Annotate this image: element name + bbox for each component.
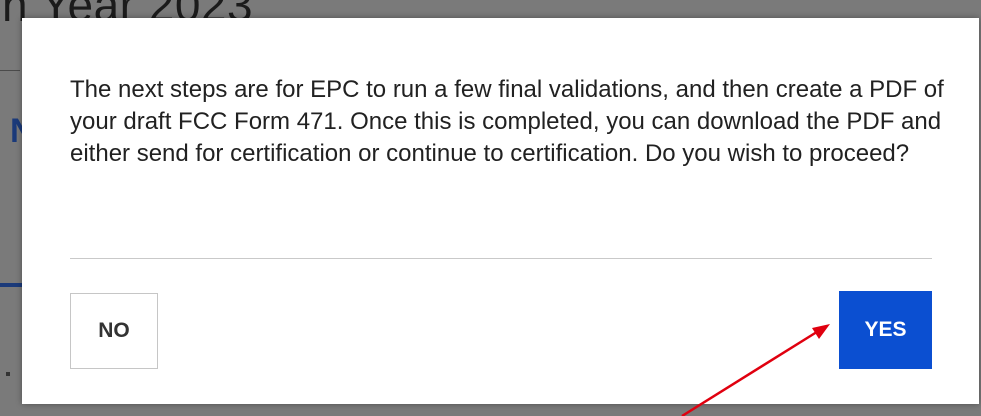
background-divider	[0, 70, 20, 71]
background-accent-bar	[0, 283, 22, 287]
no-button[interactable]: NO	[70, 293, 158, 369]
yes-button[interactable]: YES	[839, 291, 932, 369]
dialog-divider	[70, 258, 932, 259]
dialog-message: The next steps are for EPC to run a few …	[70, 76, 944, 167]
confirm-dialog: The next steps are for EPC to run a few …	[22, 18, 979, 404]
background-dot	[6, 372, 10, 376]
